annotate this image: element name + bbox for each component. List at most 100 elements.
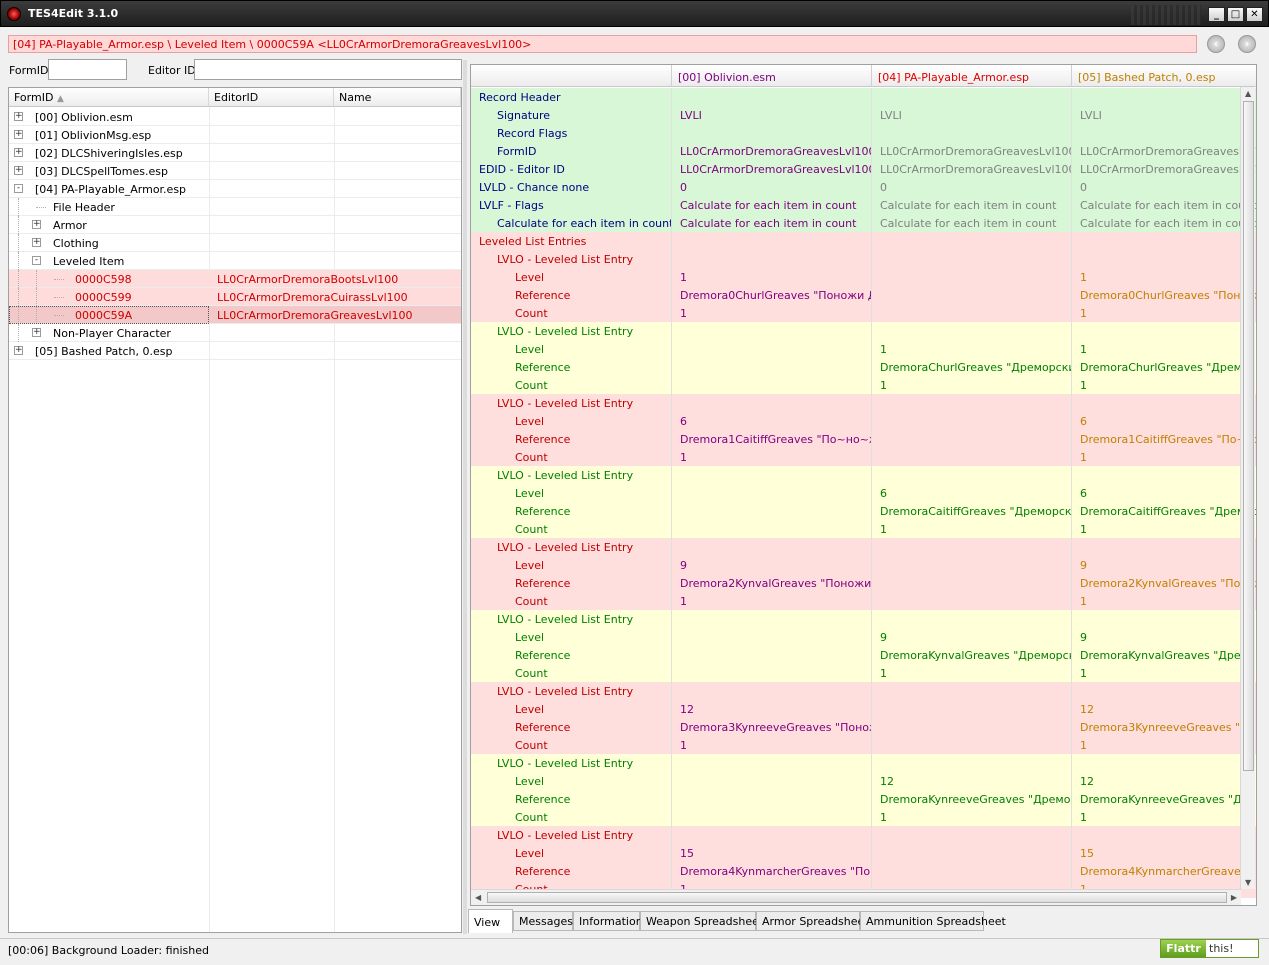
view-row[interactable]: Signature LVLI LVLI LVLI [471, 106, 1256, 124]
view-row[interactable]: LVLO - Leveled List Entry [471, 394, 1256, 412]
view-row[interactable]: Reference Dremora2KynvalGreaves "Поножи .… [471, 574, 1256, 592]
view-row[interactable]: Reference Dremora4KynmarcherGreaves "По~.… [471, 862, 1256, 880]
tree-row[interactable]: + [03] DLCSpellTomes.esp [9, 162, 461, 180]
view-row[interactable]: LVLO - Leveled List Entry [471, 466, 1256, 484]
view-row[interactable]: Level 12 12 [471, 772, 1256, 790]
minimize-button[interactable]: _ [1208, 7, 1225, 22]
expand-icon[interactable]: + [32, 220, 41, 229]
tree-row[interactable]: + Armor [9, 216, 461, 234]
tree-row[interactable]: + [00] Oblivion.esm [9, 108, 461, 126]
view-column-header[interactable]: [04] PA-Playable_Armor.esp [872, 65, 1072, 87]
view-row[interactable]: Level 15 15 [471, 844, 1256, 862]
scroll-left-icon[interactable]: ◀ [475, 893, 481, 902]
view-row[interactable]: Count11 [471, 808, 1256, 826]
view-row[interactable]: LVLO - Leveled List Entry [471, 754, 1256, 772]
tab-armor-spreadsheet[interactable]: Armor Spreadsheet [756, 911, 869, 931]
view-column-header[interactable]: [05] Bashed Patch, 0.esp [1072, 65, 1256, 87]
tree-column-editorid[interactable]: EditorID [209, 88, 334, 107]
view-row[interactable]: Count11 [471, 448, 1256, 466]
view-row[interactable]: Count11 [471, 376, 1256, 394]
view-row[interactable]: Reference DremoraKynvalGreaves "Дреморски… [471, 646, 1256, 664]
close-button[interactable]: ✕ [1246, 7, 1263, 22]
view-row[interactable]: LVLD - Chance none 0 0 0 [471, 178, 1256, 196]
tree-row[interactable]: + [01] OblivionMsg.esp [9, 126, 461, 144]
record-view[interactable]: [00] Oblivion.esm [04] PA-Playable_Armor.… [470, 64, 1257, 906]
view-row[interactable]: Level 1 1 [471, 340, 1256, 358]
view-column-header[interactable] [471, 65, 672, 87]
expand-icon[interactable]: + [32, 238, 41, 247]
tree-row[interactable]: + Clothing [9, 234, 461, 252]
view-row[interactable]: Count11 [471, 592, 1256, 610]
view-row[interactable]: Level 6 6 [471, 412, 1256, 430]
expand-icon[interactable]: + [14, 130, 23, 139]
view-row[interactable]: Reference DremoraCaitiffGreaves "Дреморск… [471, 502, 1256, 520]
flattr-button[interactable]: Flattr this! [1160, 939, 1259, 958]
scroll-right-icon[interactable]: ▶ [1231, 893, 1237, 902]
expand-icon[interactable]: + [14, 148, 23, 157]
view-row[interactable]: Reference DremoraChurlGreaves "Дреморские… [471, 358, 1256, 376]
view-row[interactable]: FormIDLL0CrArmorDremoraGreavesLvl100 [..… [471, 142, 1256, 160]
view-row[interactable]: ReferenceDremora0ChurlGreaves "Поножи Др… [471, 286, 1256, 304]
tab-messages[interactable]: Messages [513, 911, 573, 931]
tab-weapon-spreadsheet[interactable]: Weapon Spreadsheet [640, 911, 763, 931]
view-row[interactable]: Calculate for each item in count Calculat… [471, 214, 1256, 232]
view-row[interactable]: Level 9 9 [471, 556, 1256, 574]
scroll-thumb[interactable] [1243, 101, 1254, 771]
forward-icon[interactable]: › [1238, 35, 1256, 53]
view-row[interactable]: Count11 [471, 664, 1256, 682]
expand-icon[interactable]: + [14, 166, 23, 175]
scroll-up-icon[interactable]: ▲ [1245, 89, 1251, 98]
editorid-filter-input[interactable] [194, 59, 462, 80]
view-row[interactable]: Reference Dremora1CaitiffGreaves "По~но~ж… [471, 430, 1256, 448]
view-row[interactable]: LVLO - Leveled List Entry [471, 826, 1256, 844]
view-row[interactable]: Level 9 9 [471, 628, 1256, 646]
view-row[interactable]: Count11 [471, 736, 1256, 754]
view-row[interactable]: Count11 [471, 304, 1256, 322]
view-row[interactable]: LVLF - Flags Calculate for each item in c… [471, 196, 1256, 214]
view-row[interactable]: Reference Dremora3KynreeveGreaves "Понож.… [471, 718, 1256, 736]
tree-row[interactable]: 0000C598 LL0CrArmorDremoraBootsLvl100 [9, 270, 461, 288]
view-row[interactable]: Level 6 6 [471, 484, 1256, 502]
view-row[interactable]: Level 1 1 [471, 268, 1256, 286]
tree-row[interactable]: 0000C59A LL0CrArmorDremoraGreavesLvl100 [9, 306, 461, 324]
scroll-thumb[interactable] [487, 892, 1227, 903]
tree-row[interactable]: + [02] DLCShiveringIsles.esp [9, 144, 461, 162]
view-row[interactable]: Leveled List Entries [471, 232, 1256, 250]
tree-row[interactable]: 0000C599 LL0CrArmorDremoraCuirassLvl100 [9, 288, 461, 306]
view-row[interactable]: Record Header [471, 88, 1256, 106]
view-row[interactable]: LVLO - Leveled List Entry [471, 250, 1256, 268]
tree-row[interactable]: + [05] Bashed Patch, 0.esp [9, 342, 461, 360]
view-row[interactable]: Reference DremoraKynreeveGreaves "Дремор.… [471, 790, 1256, 808]
tree-row[interactable]: - [04] PA-Playable_Armor.esp [9, 180, 461, 198]
horizontal-scrollbar[interactable]: ◀ ▶ [471, 889, 1241, 905]
scroll-down-icon[interactable]: ▼ [1245, 878, 1251, 887]
tree-row[interactable]: - Leveled Item [9, 252, 461, 270]
record-tree[interactable]: FormID ▲ EditorID Name + [00] Oblivion.es… [8, 87, 462, 933]
pane-splitter[interactable] [463, 60, 467, 934]
expand-icon[interactable]: + [14, 346, 23, 355]
tree-row[interactable]: + Non-Player Character [9, 324, 461, 342]
view-column-header[interactable]: [00] Oblivion.esm [672, 65, 872, 87]
view-row[interactable]: EDID - Editor ID LL0CrArmorDremoraGreaves… [471, 160, 1256, 178]
tab-ammunition-spreadsheet[interactable]: Ammunition Spreadsheet [860, 911, 1006, 931]
tab-information[interactable]: Information [573, 911, 643, 931]
maximize-button[interactable]: □ [1227, 7, 1244, 22]
tab-view[interactable]: View [468, 909, 513, 933]
collapse-icon[interactable]: - [32, 256, 41, 265]
expand-icon[interactable]: + [32, 328, 41, 337]
view-row[interactable]: Count11 [471, 520, 1256, 538]
view-row[interactable]: Record Flags [471, 124, 1256, 142]
tree-row[interactable]: File Header [9, 198, 461, 216]
view-row[interactable]: LVLO - Leveled List Entry [471, 538, 1256, 556]
view-row[interactable]: LVLO - Leveled List Entry [471, 682, 1256, 700]
tree-column-formid[interactable]: FormID ▲ [9, 88, 209, 107]
vertical-scrollbar[interactable]: ▲ ▼ [1240, 87, 1255, 889]
view-row[interactable]: LVLO - Leveled List Entry [471, 610, 1256, 628]
tree-column-name[interactable]: Name [334, 88, 461, 107]
view-row[interactable]: Level 12 12 [471, 700, 1256, 718]
view-row[interactable]: LVLO - Leveled List Entry [471, 322, 1256, 340]
formid-filter-input[interactable] [48, 59, 127, 80]
back-icon[interactable]: ‹ [1207, 35, 1225, 53]
expand-icon[interactable]: + [14, 112, 23, 121]
collapse-icon[interactable]: - [14, 184, 23, 193]
